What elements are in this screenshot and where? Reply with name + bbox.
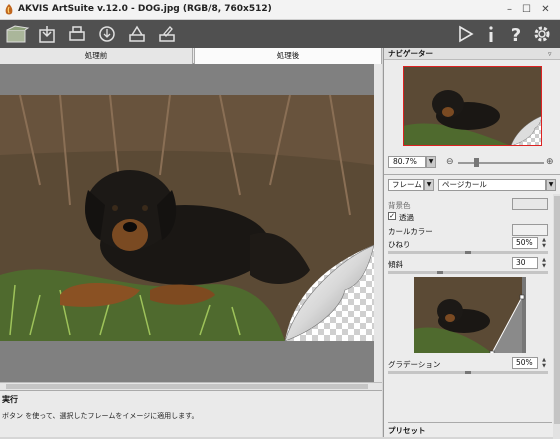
close-button[interactable]: ✕ [539, 3, 552, 16]
gradation-slider-thumb[interactable] [465, 371, 471, 374]
window-title: AKVIS ArtSuite v.12.0 - DOG.jpg (RGB/8, … [18, 4, 272, 14]
save-icon[interactable] [36, 23, 58, 45]
action-title: 実行 [2, 395, 18, 404]
settings-icon[interactable] [531, 23, 553, 45]
bg-color-label: 背景色 [388, 201, 411, 210]
slope-label: 傾斜 [388, 260, 403, 269]
presets-header: プリセット [388, 422, 552, 435]
svg-text:?: ? [511, 25, 521, 45]
minimize-button[interactable]: – [503, 3, 516, 16]
navigator-title: ナビゲーター [384, 48, 560, 60]
slope-spinner[interactable]: ▲ ▼ [540, 257, 548, 269]
action-panel: 実行 ボタン を使って、選択したフレームをイメージに適用します。 [0, 390, 382, 437]
slope-input[interactable]: 30 [512, 257, 538, 269]
zoom-slider[interactable] [458, 162, 544, 164]
frame-type-select[interactable]: フレーム [388, 179, 424, 191]
zoom-in-icon[interactable]: ⊕ [546, 157, 554, 167]
tab-before[interactable]: 処理前 [0, 48, 193, 64]
transparent-checkbox[interactable]: ✓ [388, 212, 396, 220]
gradation-input[interactable]: 50% [512, 357, 538, 369]
zoom-dropdown-button[interactable]: ▼ [426, 156, 436, 168]
curl-color-swatch[interactable] [512, 224, 548, 236]
bg-color-swatch[interactable] [512, 198, 548, 210]
navigator-preview[interactable] [403, 66, 542, 146]
slope-slider[interactable] [388, 271, 548, 274]
toolbar: ? [0, 20, 560, 48]
zoom-input[interactable]: 80.7% [388, 156, 426, 168]
app-logo-icon [5, 4, 13, 15]
settings-scroll-thumb[interactable] [554, 196, 560, 424]
frame-style-select[interactable]: ページカール [438, 179, 546, 191]
photo-dog-page-curl [0, 95, 374, 341]
image-canvas[interactable] [0, 64, 382, 382]
canvas-vertical-scrollbar[interactable] [374, 64, 382, 382]
twist-spinner[interactable]: ▲ ▼ [540, 237, 548, 249]
open-icon[interactable] [4, 23, 30, 45]
view-tabs: 処理前 処理後 [0, 48, 382, 64]
twist-label: ひねり [388, 240, 411, 249]
slope-slider-thumb[interactable] [437, 271, 443, 274]
pen-icon[interactable] [156, 23, 178, 45]
frame-type-dropdown[interactable]: ▼ [424, 179, 434, 191]
curl-color-label: カールカラー [388, 227, 433, 236]
effect-preview[interactable] [414, 277, 526, 353]
transparent-label: 透過 [399, 213, 414, 222]
settings-panel: ナビゲーター ▿ 80.7% ▼ ⊖ ⊕ フレーム ▼ ページカール ▼ 背景色… [383, 48, 560, 439]
gradation-spinner[interactable]: ▲ ▼ [540, 357, 548, 369]
twist-slider-thumb[interactable] [465, 251, 471, 254]
collapse-icon[interactable]: ▿ [548, 50, 552, 58]
zoom-out-icon[interactable]: ⊖ [446, 157, 454, 167]
frame-style-dropdown[interactable]: ▼ [546, 179, 556, 191]
help-icon[interactable]: ? [505, 23, 527, 45]
gradation-label: グラデーション [388, 360, 441, 369]
zoom-slider-thumb[interactable] [474, 158, 479, 167]
maximize-button[interactable]: ☐ [520, 3, 533, 16]
run-icon[interactable] [454, 23, 476, 45]
action-description: ボタン を使って、選択したフレームをイメージに適用します。 [2, 412, 199, 420]
divider [384, 174, 560, 175]
share-icon[interactable] [96, 23, 118, 45]
tab-after[interactable]: 処理後 [194, 48, 382, 64]
canvas-scroll-thumb[interactable] [6, 384, 368, 389]
canvas-horizontal-scrollbar[interactable] [0, 382, 382, 390]
batch-icon[interactable] [126, 23, 148, 45]
title-bar: AKVIS ArtSuite v.12.0 - DOG.jpg (RGB/8, … [0, 0, 560, 20]
print-icon[interactable] [66, 23, 88, 45]
twist-input[interactable]: 50% [512, 237, 538, 249]
info-icon[interactable] [480, 23, 502, 45]
